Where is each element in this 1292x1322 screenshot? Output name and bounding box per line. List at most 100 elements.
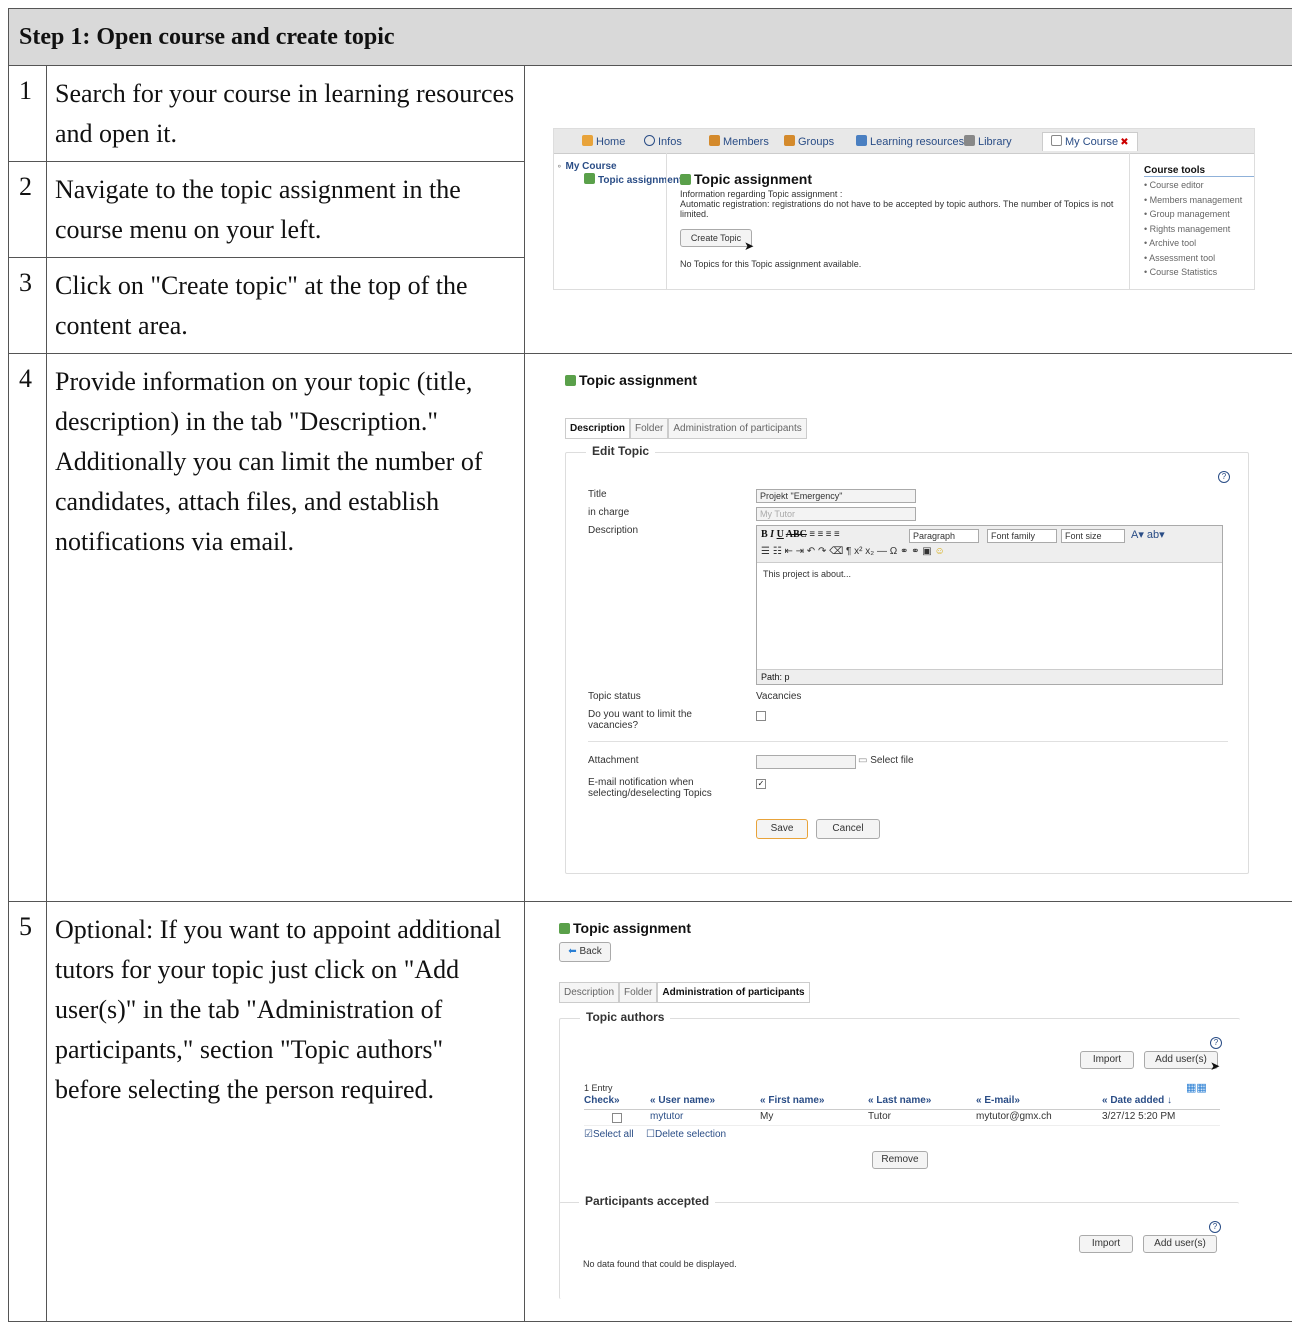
column-header[interactable]: « Last name» [868,1095,931,1106]
table-cell: mytutor@gmx.ch [976,1111,1052,1122]
tools-divider [1129,153,1130,289]
tab-description[interactable]: Description [559,982,619,1003]
remove-button[interactable]: Remove [872,1151,928,1169]
course-tool-item[interactable]: • Members management [1144,193,1242,208]
tab-home[interactable]: Home [582,133,625,151]
tab-folder[interactable]: Folder [630,418,668,439]
table-row: mytutorMyTutormytutor@gmx.ch3/27/12 5:20… [584,1111,1220,1126]
edit-topic-fieldset: Edit Topic ? Title Projekt "Emergency" i… [565,452,1249,874]
step-number: 5 [9,902,47,1322]
divider [588,741,1228,742]
course-tool-label: Course editor [1150,180,1204,190]
editor-content[interactable]: This project is about... [757,563,1222,585]
course-tool-item[interactable]: • Group management [1144,207,1242,222]
add-users-button[interactable]: Add user(s) [1143,1235,1217,1253]
font-size-select[interactable]: Font size [1061,529,1125,543]
back-label: Back [579,946,601,957]
column-header[interactable]: Check» [584,1095,620,1106]
text-color-icon[interactable]: A▾ ab▾ [1131,528,1165,541]
email-checkbox[interactable]: ✓ [756,779,766,789]
paragraph-select[interactable]: Paragraph [909,529,979,543]
entry-count: 1 Entry [584,1083,613,1093]
step-number: 3 [9,258,47,354]
column-header[interactable]: « Date added ↓ [1102,1095,1172,1106]
course-tools-title: Course tools [1144,165,1254,177]
step-text: Optional: If you want to appoint additio… [47,902,525,1322]
column-header[interactable]: « User name» [650,1095,715,1106]
create-topic-button[interactable]: Create Topic [680,229,752,247]
course-tool-item[interactable]: • Rights management [1144,222,1242,237]
course-tool-item[interactable]: • Archive tool [1144,236,1242,251]
rich-text-editor[interactable]: B I U ABC ≡ ≡ ≡ ≡ Paragraph Font family … [756,525,1223,685]
edit-page-title: Topic assignment [565,372,697,388]
page-title: Topic assignment [680,171,812,187]
menu-divider [666,153,667,289]
user-name-link[interactable]: mytutor [650,1111,683,1122]
tab-groups[interactable]: Groups [784,133,834,151]
screenshot-edit-topic-cell: Topic assignment DescriptionFolderAdmini… [525,354,1292,902]
back-button[interactable]: ⬅ Back [559,942,611,962]
step-number: 1 [9,66,47,162]
row-checkbox[interactable] [612,1113,622,1123]
close-icon[interactable]: ✖ [1120,137,1128,148]
title-input[interactable]: Projekt "Emergency" [756,489,916,503]
tab-administration[interactable]: Administration of participants [657,982,809,1003]
cancel-button[interactable]: Cancel [816,819,880,839]
help-icon[interactable]: ? [1210,1037,1222,1049]
course-tool-item[interactable]: • Course editor [1144,178,1242,193]
tab-label: Library [978,136,1012,148]
tree-item-label: Topic assignment [598,175,682,186]
column-header[interactable]: « First name» [760,1095,824,1106]
tab-infos[interactable]: Infos [644,133,682,151]
select-file-link[interactable]: ▭ Select file [858,755,914,766]
back-arrow-icon: ⬅ [568,946,576,957]
step-text: Search for your course in learning resou… [47,66,525,162]
course-tool-item[interactable]: • Course Statistics [1144,265,1242,280]
editor-toolbar-row2[interactable]: ☰ ☷ ⇤ ⇥ ↶ ↷ ⌫ ¶ x² x₂ — Ω ⚭ ⚭ ▣ ☺ [761,546,945,557]
tab-administration[interactable]: Administration of participants [668,418,806,439]
tab-folder[interactable]: Folder [619,982,657,1003]
info-text: Information regarding Topic assignment :… [680,189,1120,219]
tab-description[interactable]: Description [565,418,630,439]
tree-item-topic-assignment[interactable]: Topic assignment [584,173,682,186]
no-topics-message: No Topics for this Topic assignment avai… [680,259,861,269]
incharge-label: in charge [588,507,629,518]
select-all-label: Select all [593,1129,634,1140]
add-users-button[interactable]: Add user(s) [1144,1051,1218,1069]
course-tab-bar: Home Infos Members Groups Learning resou… [554,129,1254,154]
help-icon[interactable]: ? [1209,1221,1221,1233]
import-button[interactable]: Import [1079,1235,1133,1253]
delete-selection-link[interactable]: ☐Delete selection [646,1129,726,1140]
tab-my-course[interactable]: My Course✖ [1042,132,1138,151]
groups-icon [784,135,795,146]
description-label: Description [588,525,638,536]
smiley-icon[interactable]: ☺ [935,546,945,557]
tab-learning-resources[interactable]: Learning resources [856,133,964,151]
column-header[interactable]: « E-mail» [976,1095,1020,1106]
font-family-select[interactable]: Font family [987,529,1057,543]
format-buttons[interactable]: B I U ABC ≡ ≡ ≡ ≡ [761,529,840,540]
table-header: Check» « User name» « First name» « Last na… [584,1095,1220,1110]
info-icon [644,135,655,146]
tab-library[interactable]: Library [964,133,1012,151]
step-number: 4 [9,354,47,902]
step-text: Click on "Create topic" at the top of th… [47,258,525,354]
screenshot-participants-cell: Topic assignment ⬅ Back DescriptionFolde… [525,902,1292,1322]
attachment-input[interactable] [756,755,856,769]
select-file-label: Select file [870,755,913,766]
tab-members[interactable]: Members [709,133,769,151]
tab-label: Groups [798,136,834,148]
title-label: Title [588,489,607,500]
export-icon[interactable]: ▦▦ [1186,1081,1207,1094]
select-all-link[interactable]: ☑Select all [584,1129,634,1140]
course-tool-item[interactable]: • Assessment tool [1144,251,1242,266]
editor-path: Path: p [757,669,1222,684]
course-tool-label: Members management [1150,195,1243,205]
mouse-cursor-icon: ➤ [744,239,754,253]
participants-page-title: Topic assignment [559,920,691,936]
tree-root[interactable]: ⚬ My Course [556,161,617,172]
import-button[interactable]: Import [1080,1051,1134,1069]
help-icon[interactable]: ? [1218,471,1230,483]
save-button[interactable]: Save [756,819,808,839]
limit-checkbox[interactable] [756,711,766,721]
